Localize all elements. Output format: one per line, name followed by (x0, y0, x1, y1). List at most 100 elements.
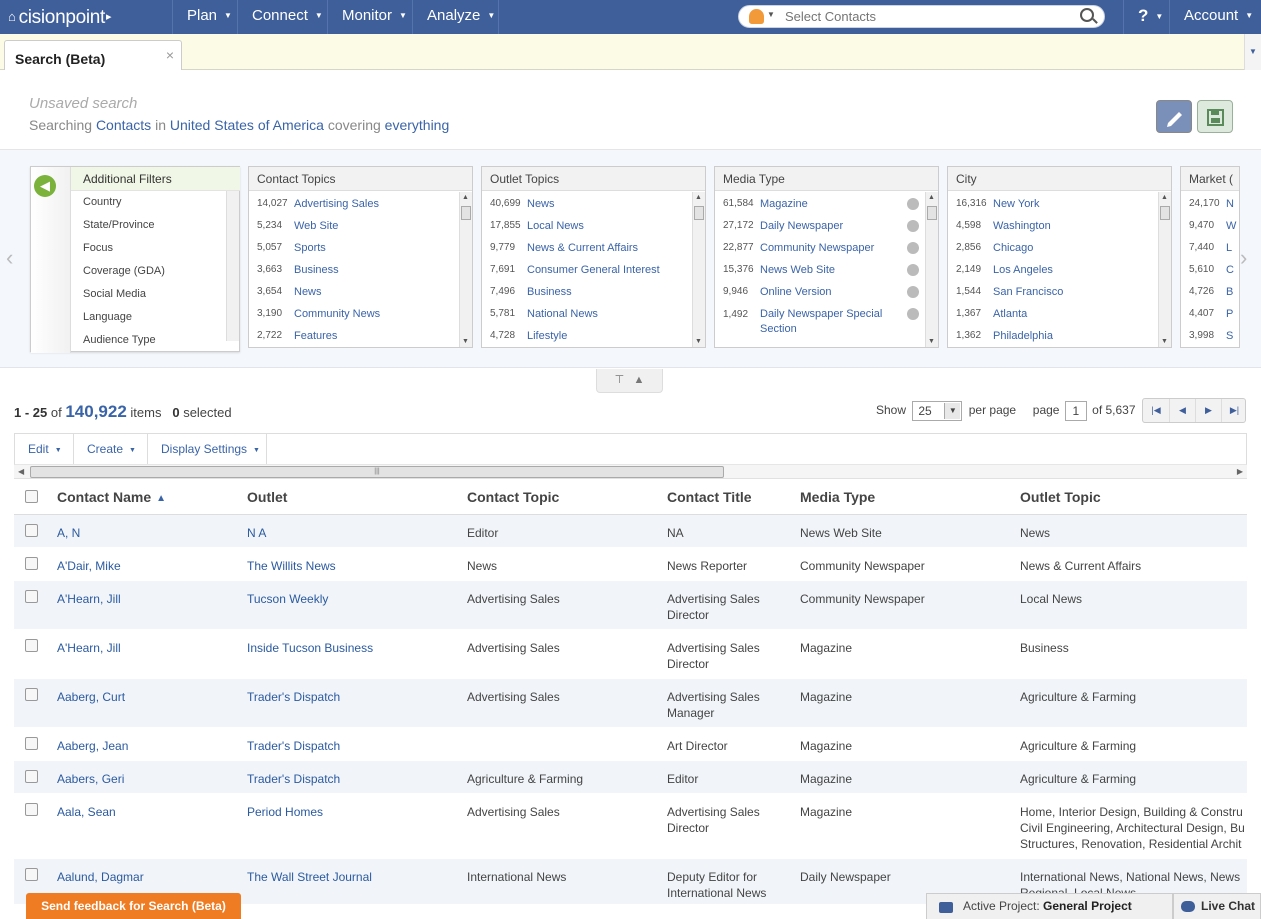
nav-analyze[interactable]: Analyze ▼ (412, 0, 499, 34)
scrollbar-thumb[interactable] (694, 206, 704, 220)
scrollbar-thumb[interactable] (461, 206, 471, 220)
table-row[interactable]: A'Hearn, Jill Tucson Weekly Advertising Sa… (14, 581, 1247, 630)
search-country-link[interactable]: United States of America (170, 117, 324, 133)
cell-name[interactable]: Aabers, Geri (57, 771, 227, 787)
column-header-contact-title[interactable]: Contact Title (667, 489, 752, 505)
cisionpoint-logo[interactable]: ⌂ cisionpoint▸ (8, 7, 112, 29)
column-header-contact-topic[interactable]: Contact Topic (467, 489, 559, 505)
facet-row[interactable]: 2,856 Chicago (948, 237, 1158, 259)
column-header-outlet-topic[interactable]: Outlet Topic (1020, 489, 1101, 505)
facet-link[interactable]: Online Version (760, 281, 832, 303)
facet-link[interactable]: P (1226, 303, 1233, 325)
scrollbar-thumb[interactable]: ||| (30, 466, 724, 478)
cell-name[interactable]: A'Hearn, Jill (57, 591, 227, 607)
facet-row[interactable]: 4,726 B (1181, 281, 1239, 303)
next-page-icon[interactable]: ▶ (1195, 399, 1221, 422)
facet-row[interactable]: 3,663 Business (249, 259, 459, 281)
facet-row[interactable]: 24,170 N (1181, 193, 1239, 215)
facet-link[interactable]: Business (527, 281, 572, 303)
facet-row[interactable]: 1,367 Atlanta (948, 303, 1158, 325)
scroll-down-icon[interactable]: ▼ (462, 338, 469, 345)
facet-link[interactable]: San Francisco (993, 281, 1063, 303)
nav-plan[interactable]: Plan ▼ (172, 0, 237, 34)
last-page-icon[interactable]: ▶| (1221, 399, 1247, 422)
facet-row[interactable]: 40,699 News (482, 193, 692, 215)
row-checkbox[interactable] (25, 868, 38, 881)
cell-outlet[interactable]: Period Homes (247, 804, 457, 820)
facet-link[interactable]: News Web Site (760, 259, 835, 281)
contact-search-input[interactable] (785, 8, 1065, 25)
row-checkbox[interactable] (25, 803, 38, 816)
select-all-checkbox[interactable] (25, 490, 38, 503)
facet-row[interactable]: 5,057 Sports (249, 237, 459, 259)
additional-filter-item[interactable]: Focus (83, 242, 165, 265)
facet-row[interactable]: 4,598 Washington (948, 215, 1158, 237)
facet-row[interactable]: 15,376 News Web Site (715, 259, 925, 281)
facet-link[interactable]: Business (294, 259, 339, 281)
scroll-up-icon[interactable]: ▲ (462, 194, 469, 201)
cell-outlet[interactable]: Tucson Weekly (247, 591, 457, 607)
row-checkbox[interactable] (25, 770, 38, 783)
scroll-left-icon[interactable]: ◀ (18, 467, 24, 476)
facet-link[interactable]: Local News (527, 215, 584, 237)
create-menu-button[interactable]: Create ▼ (74, 434, 148, 464)
scroll-up-icon[interactable]: ▲ (695, 194, 702, 201)
scroll-up-icon[interactable]: ▲ (928, 194, 935, 201)
column-header-contact-name[interactable]: Contact Name ▲ (57, 489, 166, 505)
send-feedback-button[interactable]: Send feedback for Search (Beta) (26, 893, 241, 919)
row-checkbox[interactable] (25, 557, 38, 570)
facet-link[interactable]: L (1226, 237, 1232, 259)
facet-scrollbar[interactable]: ▲ ▼ (1158, 192, 1171, 347)
table-row[interactable]: Aaberg, Curt Trader's Dispatch Advertising… (14, 679, 1247, 728)
cell-outlet[interactable]: Inside Tucson Business (247, 640, 457, 656)
facet-scrollbar[interactable]: ▲ ▼ (925, 192, 938, 347)
facet-link[interactable]: Magazine (760, 193, 808, 215)
tab-menu-chevron-icon[interactable]: ▼ (1244, 34, 1261, 70)
cell-name[interactable]: Aaberg, Curt (57, 689, 227, 705)
facet-link[interactable]: News (294, 281, 322, 303)
cell-outlet[interactable]: Trader's Dispatch (247, 689, 457, 705)
row-checkbox[interactable] (25, 688, 38, 701)
table-row[interactable]: Aabers, Geri Trader's Dispatch Agriculture… (14, 761, 1247, 794)
facet-link[interactable]: News & Current Affairs (527, 237, 638, 259)
live-chat-button[interactable]: Live Chat (1173, 893, 1261, 919)
facet-row[interactable]: 1,362 Philadelphia (948, 325, 1158, 347)
cell-name[interactable]: Aaberg, Jean (57, 738, 227, 754)
cell-name[interactable]: A'Hearn, Jill (57, 640, 227, 656)
additional-filter-item[interactable]: Country (83, 196, 165, 219)
gear-icon[interactable] (907, 220, 919, 232)
facet-link[interactable]: Web Site (294, 215, 338, 237)
facet-row[interactable]: 9,946 Online Version (715, 281, 925, 303)
page-number-input[interactable]: 1 (1064, 400, 1087, 421)
cell-outlet[interactable]: The Wall Street Journal (247, 869, 457, 885)
facet-link[interactable]: S (1226, 325, 1233, 347)
prev-page-icon[interactable]: ◀ (1169, 399, 1195, 422)
horizontal-scrollbar[interactable]: ◀ ||| ▶ (14, 465, 1247, 479)
facet-row[interactable]: 5,234 Web Site (249, 215, 459, 237)
cell-name[interactable]: A, N (57, 525, 227, 541)
facet-link[interactable]: Advertising Sales (294, 193, 379, 215)
gear-icon[interactable] (907, 264, 919, 276)
facet-row[interactable]: 4,407 P (1181, 303, 1239, 325)
facet-link[interactable]: National News (527, 303, 598, 325)
nav-connect[interactable]: Connect ▼ (237, 0, 327, 34)
facet-link[interactable]: Los Angeles (993, 259, 1053, 281)
facet-link[interactable]: Lifestyle (527, 325, 567, 347)
per-page-select[interactable]: 25 ▼ (912, 400, 963, 421)
facet-link[interactable]: Washington (993, 215, 1051, 237)
table-row[interactable]: Aaberg, Jean Trader's Dispatch Art Directo… (14, 728, 1247, 761)
facet-row[interactable]: 61,584 Magazine (715, 193, 925, 215)
chevron-down-icon[interactable]: ▼ (767, 10, 775, 19)
facet-row[interactable]: 27,172 Daily Newspaper (715, 215, 925, 237)
table-row[interactable]: A, N N A Editor NA News Web Site News (14, 515, 1247, 548)
facet-row[interactable]: 22,877 Community Newspaper (715, 237, 925, 259)
additional-filter-item[interactable]: State/Province (83, 219, 165, 242)
scroll-down-icon[interactable]: ▼ (695, 338, 702, 345)
facet-link[interactable]: News (527, 193, 555, 215)
nav-monitor[interactable]: Monitor ▼ (327, 0, 412, 34)
facet-link[interactable]: Daily Newspaper (760, 215, 843, 237)
back-arrow-icon[interactable]: ◀ (34, 175, 56, 197)
facet-row[interactable]: 7,691 Consumer General Interest (482, 259, 692, 281)
save-search-button[interactable] (1197, 100, 1233, 133)
facet-link[interactable]: N (1226, 193, 1234, 215)
